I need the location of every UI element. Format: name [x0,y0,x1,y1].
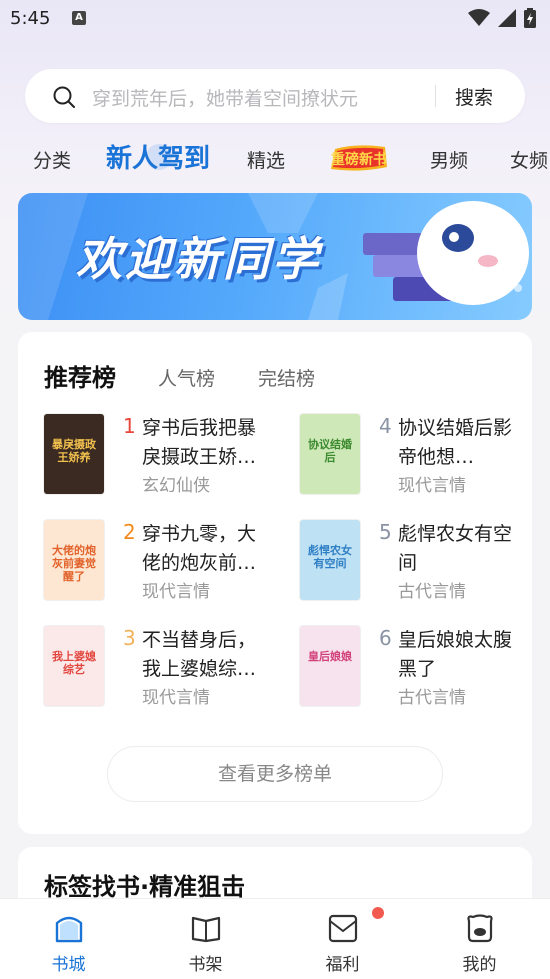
tab-completed-rank[interactable]: 完结榜 [258,364,315,391]
notification-dot [372,907,384,919]
tag-section-title: 标签找书·精准狙击 [44,873,246,901]
rank-number: 6 [379,626,392,650]
tab-new-books-label: 重磅新书 [331,151,387,168]
wifi-icon [468,9,490,26]
category-tabs: 分类 新人驾到 精选 重磅新书 男频 女频 [0,138,550,178]
book-title[interactable]: 皇后娘娘太腹黑了 [398,626,530,684]
tab-recommended-rank[interactable]: 推荐榜 [44,358,116,393]
rank-number: 2 [123,520,136,544]
bear-icon [467,914,493,943]
ranking-book-item[interactable]: 暴戾摄政王娇养 1 穿书后我把暴戾摄政王娇… 玄幻仙侠 [44,414,284,506]
book-open-icon [191,916,221,943]
a-icon: A [72,11,86,25]
ranking-book-item[interactable]: 我上婆媳综艺 3 不当替身后，我上婆媳综… 现代言情 [44,626,284,718]
welcome-banner[interactable]: 欢迎新同学 [18,193,532,320]
tab-featured[interactable]: 精选 [247,146,285,173]
nav-rewards[interactable]: 福利 [274,899,411,979]
book-cover[interactable]: 大佬的炮灰前妻觉醒了 [44,520,104,600]
book-cover-title: 暴戾摄政王娇养 [52,438,96,464]
book-cover[interactable]: 皇后娘娘 [300,626,360,706]
book-title[interactable]: 不当替身后，我上婆媳综… [142,626,274,684]
ranking-book-item[interactable]: 大佬的炮灰前妻觉醒了 2 穿书九零，大佬的炮灰前… 现代言情 [44,520,284,612]
ranking-book-item[interactable]: 协议结婚后 4 协议结婚后影帝他想… 现代言情 [300,414,540,506]
book-cover-title: 协议结婚后 [308,438,352,464]
nav-bookshelf[interactable]: 书架 [137,899,274,979]
book-genre: 古代言情 [398,582,466,602]
nav-bookstore[interactable]: 书城 [0,899,137,979]
book-genre: 玄幻仙侠 [142,476,210,496]
nav-label: 书城 [51,955,86,975]
book-title[interactable]: 彪悍农女有空间 [398,520,530,578]
tab-newcomer[interactable]: 新人驾到 [106,138,210,175]
book-cover-title: 皇后娘娘 [308,650,352,663]
search-input[interactable]: 穿到荒年后，她带着空间撩状元 [92,84,358,111]
book-title[interactable]: 穿书九零，大佬的炮灰前… [142,520,274,578]
book-genre: 古代言情 [398,688,466,708]
tab-popular-rank[interactable]: 人气榜 [158,364,215,391]
nav-label: 福利 [325,955,360,975]
ranking-book-item[interactable]: 彪悍农女有空间 5 彪悍农女有空间 古代言情 [300,520,540,612]
rank-number: 5 [379,520,392,544]
search-bar[interactable]: 穿到荒年后，她带着空间撩状元 搜索 [25,69,525,123]
tab-female[interactable]: 女频 [510,146,548,173]
book-genre: 现代言情 [142,582,210,602]
bottom-nav: 书城 书架 福利 我的 [0,898,550,979]
book-cover[interactable]: 彪悍农女有空间 [300,520,360,600]
book-genre: 现代言情 [142,688,210,708]
book-title[interactable]: 穿书后我把暴戾摄政王娇… [142,414,274,472]
book-cover[interactable]: 我上婆媳综艺 [44,626,104,706]
rank-number: 4 [379,414,392,438]
rank-number: 1 [123,414,136,438]
nav-label: 书架 [188,955,223,975]
ranking-card: 推荐榜 人气榜 完结榜 暴戾摄政王娇养 1 穿书后我把暴戾摄政王娇… 玄幻仙侠大佬的炮… [18,332,532,834]
rank-number: 3 [123,626,136,650]
book-genre: 现代言情 [398,476,466,496]
envelope-icon [328,914,358,943]
status-time: 5:45 [10,8,51,29]
tab-new-books[interactable]: 重磅新书 [327,143,391,173]
status-bar: 5:45 A [0,0,550,36]
more-rankings-button[interactable]: 查看更多榜单 [107,746,443,802]
nav-profile[interactable]: 我的 [411,899,548,979]
search-icon [53,86,75,108]
book-cover[interactable]: 协议结婚后 [300,414,360,494]
search-button[interactable]: 搜索 [455,83,493,110]
signal-icon [498,9,516,27]
status-icons [468,8,536,28]
home-icon [55,916,83,943]
book-cover-title: 我上婆媳综艺 [52,650,96,676]
battery-icon [524,8,536,28]
banner-text: 欢迎新同学 [76,232,321,286]
ranking-book-item[interactable]: 皇后娘娘 6 皇后娘娘太腹黑了古代言情 [300,626,540,718]
book-cover-title: 彪悍农女有空间 [308,544,352,570]
book-title[interactable]: 协议结婚后影帝他想… [398,414,530,472]
search-divider [435,85,436,107]
book-cover[interactable]: 暴戾摄政王娇养 [44,414,104,494]
nav-label: 我的 [462,955,497,975]
tab-category[interactable]: 分类 [33,146,71,173]
tab-male[interactable]: 男频 [430,146,468,173]
book-cover-title: 大佬的炮灰前妻觉醒了 [52,544,96,583]
